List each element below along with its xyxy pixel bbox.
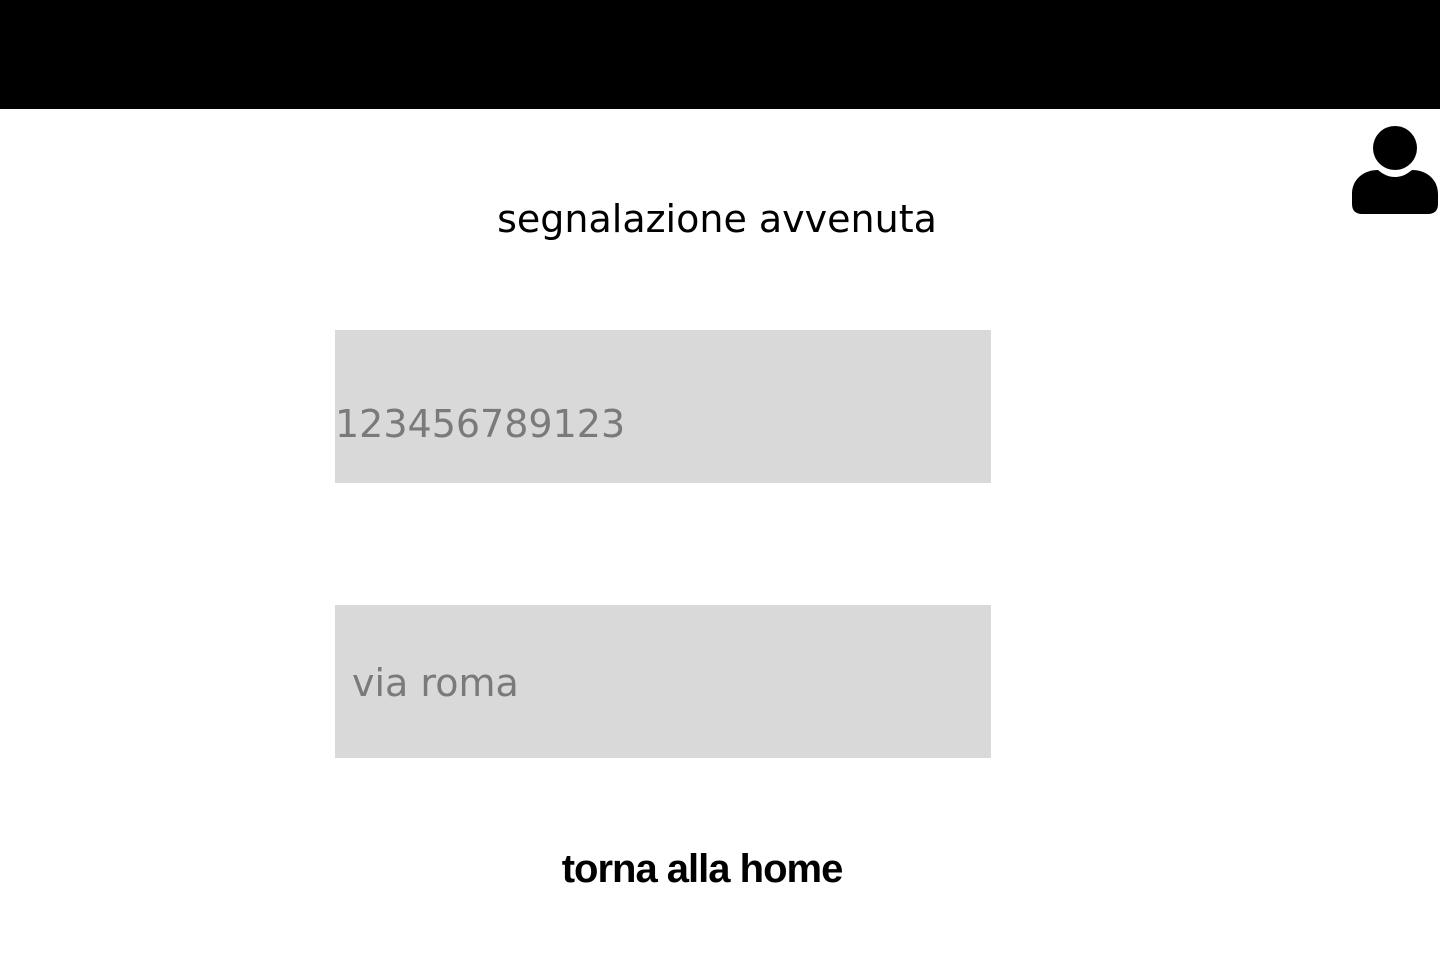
page-title: segnalazione avvenuta <box>497 197 937 241</box>
street-field[interactable]: via roma <box>335 605 991 758</box>
back-to-home-link[interactable]: torna alla home <box>0 843 1404 895</box>
top-bar <box>0 0 1440 109</box>
report-code-field[interactable]: 123456789123 <box>335 330 991 483</box>
report-code-value: 123456789123 <box>335 402 626 446</box>
street-value: via roma <box>352 661 519 705</box>
